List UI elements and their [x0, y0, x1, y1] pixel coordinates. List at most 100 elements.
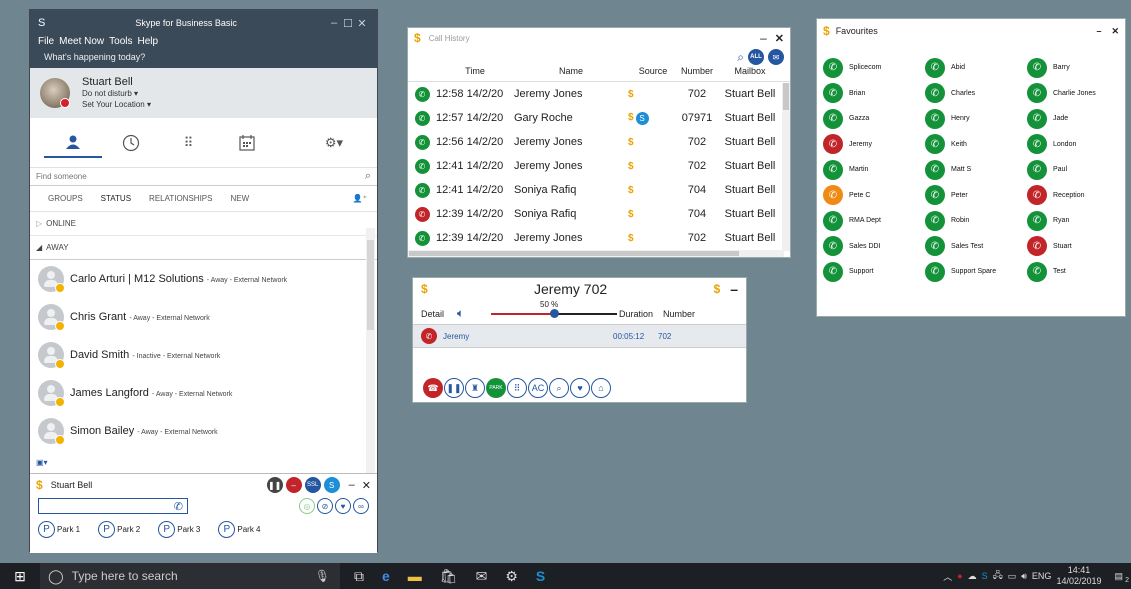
- detail-label[interactable]: Detail: [421, 309, 444, 319]
- menu-file[interactable]: File: [38, 36, 54, 52]
- location-dropdown[interactable]: Set Your Location ▾: [82, 99, 151, 110]
- record-icon[interactable]: ◎: [299, 498, 315, 514]
- heart-icon[interactable]: ♥: [335, 498, 351, 514]
- skype-app-icon[interactable]: S: [536, 568, 545, 585]
- favourite-item[interactable]: ✆ Brian: [823, 81, 925, 107]
- avatar[interactable]: [40, 78, 70, 108]
- volume-slider[interactable]: [491, 309, 617, 318]
- skype-icon[interactable]: S: [323, 477, 340, 493]
- favourite-item[interactable]: ✆ Charlie Jones: [1027, 81, 1129, 107]
- menu-tools[interactable]: Tools: [109, 36, 132, 52]
- menu-help[interactable]: Help: [138, 36, 159, 52]
- favourite-item[interactable]: ✆ London: [1027, 132, 1129, 158]
- minimize-icon[interactable]: –: [760, 31, 767, 45]
- history-row[interactable]: ✆ 12:58 14/2/20 Jeremy Jones $702 Stuart Bel…: [408, 82, 790, 106]
- minimize-icon[interactable]: –: [1096, 26, 1101, 36]
- contact-item[interactable]: Simon Bailey - Away - External Network: [30, 412, 377, 450]
- history-hscrollbar[interactable]: [408, 250, 784, 257]
- chevron-up-icon[interactable]: ︿: [943, 570, 952, 583]
- tab-relationships[interactable]: RELATIONSHIPS: [149, 194, 212, 203]
- skype-tray-icon[interactable]: S: [982, 571, 988, 581]
- maximize-icon[interactable]: ☐: [341, 17, 355, 30]
- find-someone-input[interactable]: [36, 172, 365, 181]
- ssl-icon[interactable]: SSL: [304, 477, 321, 493]
- language-indicator[interactable]: ENG: [1032, 571, 1052, 581]
- search-icon[interactable]: ⌕: [737, 50, 744, 65]
- col-time[interactable]: Time: [436, 66, 514, 81]
- favourite-item[interactable]: ✆ Jade: [1027, 106, 1129, 132]
- favourite-item[interactable]: ✆ Henry: [925, 106, 1027, 132]
- notification-center-icon[interactable]: ▤ 2: [1114, 571, 1129, 584]
- favourite-item[interactable]: ✆ Stuart: [1027, 234, 1129, 260]
- contact-item[interactable]: James Langford - Away - External Network: [30, 374, 377, 412]
- favourite-item[interactable]: ✆ Peter: [925, 183, 1027, 209]
- settings-gear-icon[interactable]: ⚙: [505, 568, 518, 585]
- active-call-row[interactable]: ✆ Jeremy 00:05:12 702: [413, 324, 746, 348]
- contact-item[interactable]: Chris Grant - Away - External Network: [30, 298, 377, 336]
- park-4-button[interactable]: P Park 4: [218, 520, 261, 538]
- home-icon[interactable]: ⌂: [591, 378, 611, 398]
- favourite-item[interactable]: ✆ Matt S: [925, 157, 1027, 183]
- history-row[interactable]: ✆ 12:57 14/2/20 Gary Roche $ S 07971 Stuart Be…: [408, 106, 790, 130]
- favourite-item[interactable]: ✆ Paul: [1027, 157, 1129, 183]
- mail-icon[interactable]: ✉: [768, 49, 784, 65]
- minimize-icon[interactable]: –: [327, 17, 341, 29]
- dial-input[interactable]: ✆: [38, 498, 188, 514]
- no-icon[interactable]: ⊘: [317, 498, 333, 514]
- voicemail-icon[interactable]: ∞: [353, 498, 369, 514]
- favourite-item[interactable]: ✆ Reception: [1027, 183, 1129, 209]
- keypad-icon[interactable]: ⠿: [507, 378, 527, 398]
- group-online[interactable]: ▷ ONLINE: [30, 212, 377, 236]
- network-icon[interactable]: 🖧︎: [993, 568, 1003, 584]
- search-icon[interactable]: ⌕: [549, 378, 569, 398]
- history-row[interactable]: ✆ 12:41 14/2/20 Jeremy Jones $702 Stuart Bel…: [408, 154, 790, 178]
- scrollbar-thumb[interactable]: [367, 240, 374, 330]
- history-row[interactable]: ✆ 12:39 14/2/20 Soniya Rafiq $704 Stuart Bel…: [408, 202, 790, 226]
- close-icon[interactable]: ✕: [1111, 26, 1119, 37]
- park-icon[interactable]: PARK: [486, 378, 506, 398]
- task-view-icon[interactable]: ⧉: [354, 568, 364, 585]
- add-contact-icon[interactable]: 👤⁺: [353, 194, 367, 203]
- hold-icon[interactable]: ❚❚: [444, 378, 464, 398]
- windows-start-icon[interactable]: ⊞: [0, 568, 40, 585]
- col-name[interactable]: Name: [514, 66, 628, 81]
- contact-item[interactable]: Carlo Arturi | M12 Solutions - Away - Ex…: [30, 260, 377, 298]
- pause-icon[interactable]: ❚❚: [266, 477, 283, 493]
- tab-new[interactable]: NEW: [230, 194, 249, 203]
- options-icon[interactable]: ▣▾: [36, 458, 48, 467]
- close-icon[interactable]: ✕: [775, 32, 784, 45]
- contact-item[interactable]: David Smith - Inactive - External Networ…: [30, 336, 377, 374]
- call-history-titlebar[interactable]: $ Call History – ✕: [408, 28, 790, 48]
- minimize-icon[interactable]: –: [730, 281, 738, 297]
- favourite-item[interactable]: ✆ Ryan: [1027, 208, 1129, 234]
- microphone-icon[interactable]: 🎙︎: [315, 569, 330, 583]
- dnd-icon[interactable]: –: [285, 477, 302, 493]
- col-source[interactable]: Source: [628, 66, 678, 81]
- skype-titlebar[interactable]: S Skype for Business Basic – ☐ ✕: [30, 10, 377, 36]
- favourite-item[interactable]: ✆ Keith: [925, 132, 1027, 158]
- history-clock-icon[interactable]: [102, 128, 160, 158]
- favourite-item[interactable]: ✆ Pete C: [823, 183, 925, 209]
- filter-all-button[interactable]: ALL: [748, 49, 764, 65]
- favourite-item[interactable]: ✆ Jeremy: [823, 132, 925, 158]
- favourite-item[interactable]: ✆ Martin: [823, 157, 925, 183]
- transfer-icon[interactable]: ♜: [465, 378, 485, 398]
- history-row[interactable]: ✆ 12:39 14/2/20 Jeremy Jones $702 Stuart Bel…: [408, 226, 790, 250]
- search-icon[interactable]: ⌕: [365, 170, 371, 183]
- volume-icon[interactable]: 🔈︎: [457, 306, 464, 321]
- close-icon[interactable]: ✕: [362, 479, 371, 492]
- group-away[interactable]: ◢ AWAY: [30, 236, 377, 260]
- favourite-item[interactable]: ✆ RMA Dept: [823, 208, 925, 234]
- favourite-item[interactable]: ✆ Support Spare: [925, 259, 1027, 285]
- favourite-item[interactable]: ✆ Robin: [925, 208, 1027, 234]
- tab-status[interactable]: STATUS: [101, 194, 131, 203]
- favourite-item[interactable]: ✆ Abid: [925, 55, 1027, 81]
- scrollbar-thumb[interactable]: [409, 251, 739, 256]
- clock[interactable]: 14:41 14/02/2019: [1056, 565, 1101, 587]
- park-2-button[interactable]: P Park 2: [98, 520, 140, 538]
- favourite-item[interactable]: ✆ Support: [823, 259, 925, 285]
- tab-groups[interactable]: GROUPS: [48, 194, 83, 203]
- dialpad-icon[interactable]: ⠿: [160, 128, 218, 158]
- history-row[interactable]: ✆ 12:56 14/2/20 Jeremy Jones $702 Stuart Bel…: [408, 130, 790, 154]
- battery-icon[interactable]: ▭: [1008, 571, 1017, 582]
